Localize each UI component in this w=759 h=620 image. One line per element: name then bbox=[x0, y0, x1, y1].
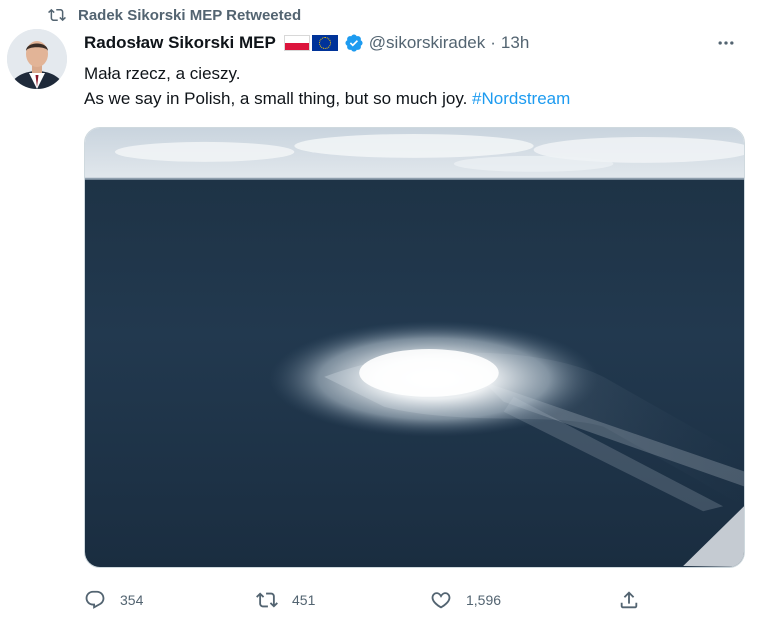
heart-icon bbox=[431, 592, 451, 609]
retweet-banner: Radek Sikorski MEP Retweeted bbox=[48, 4, 301, 26]
tweet-text: Mała rzecz, a cieszy. As we say in Polis… bbox=[84, 61, 739, 111]
reply-icon bbox=[85, 590, 105, 609]
verified-badge-icon bbox=[345, 34, 363, 52]
tweet-text-line-1: Mała rzecz, a cieszy. bbox=[84, 64, 241, 83]
tweet-text-line-2-body: As we say in Polish, a small thing, but … bbox=[84, 89, 473, 108]
like-button[interactable]: 1,596 bbox=[430, 589, 501, 611]
tweet-text-line-2: As we say in Polish, a small thing, but … bbox=[84, 86, 739, 111]
more-icon bbox=[718, 41, 734, 45]
share-button[interactable] bbox=[618, 589, 640, 611]
like-count: 1,596 bbox=[466, 592, 502, 608]
reply-count: 354 bbox=[120, 592, 144, 608]
retweet-icon bbox=[256, 592, 278, 608]
avatar[interactable] bbox=[7, 29, 67, 89]
retweet-count: 451 bbox=[292, 592, 316, 608]
more-options-button[interactable] bbox=[709, 31, 743, 55]
poland-flag-icon bbox=[283, 35, 310, 51]
tweet-media-photo[interactable] bbox=[84, 127, 745, 568]
sea-gas-leak-photo bbox=[85, 128, 744, 567]
author-handle[interactable]: @sikorskiradek bbox=[369, 33, 485, 53]
tweet-header: Radosław Sikorski MEP @sikorskiradek · 1… bbox=[84, 31, 743, 55]
share-icon bbox=[620, 591, 638, 609]
tweet-actions: 354 451 1,596 bbox=[84, 586, 684, 614]
reply-button[interactable]: 354 bbox=[84, 589, 143, 611]
retweet-banner-text[interactable]: Radek Sikorski MEP Retweeted bbox=[78, 7, 301, 24]
retweet-button[interactable]: 451 bbox=[256, 589, 315, 611]
separator-dot: · bbox=[490, 33, 496, 52]
hashtag-link[interactable]: #Nordstream bbox=[472, 89, 570, 108]
author-name[interactable]: Radosław Sikorski MEP bbox=[84, 33, 276, 53]
tweet-time[interactable]: 13h bbox=[501, 33, 529, 53]
retweet-icon bbox=[48, 8, 66, 22]
eu-flag-icon bbox=[311, 35, 338, 51]
